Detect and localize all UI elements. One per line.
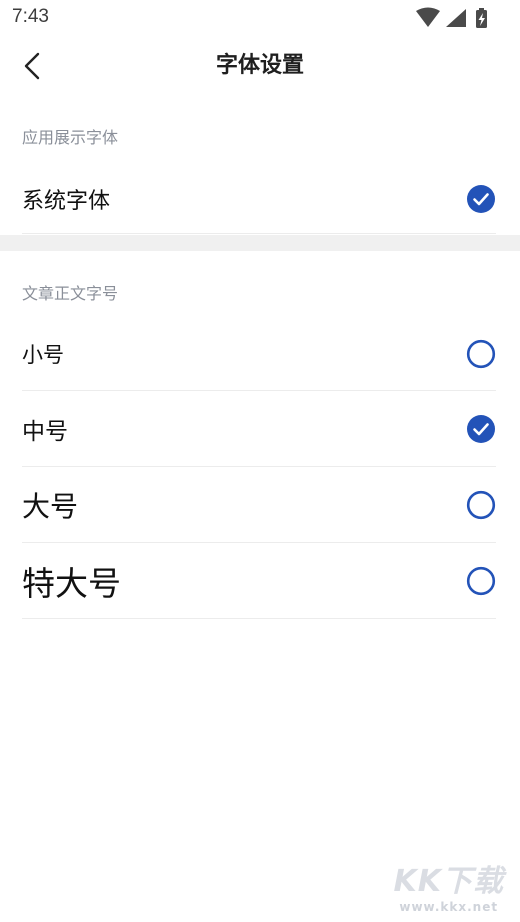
- section-label-app-font: 应用展示字体: [22, 128, 119, 147]
- unchecked-radio-icon: [466, 339, 496, 369]
- option-size-large[interactable]: 大号: [22, 467, 496, 542]
- option-label: 系统字体: [22, 189, 111, 214]
- page-title: 字体设置: [215, 53, 304, 78]
- header-bar: 字体设置: [0, 36, 520, 96]
- divider: [22, 618, 496, 619]
- status-icons: [414, 7, 506, 28]
- option-label: 小号: [22, 343, 64, 367]
- unchecked-radio-icon: [466, 490, 496, 519]
- watermark-url: www.kkx.net: [399, 900, 499, 914]
- wifi-icon: [416, 7, 440, 27]
- section-label-body-font-size: 文章正文字号: [22, 284, 119, 303]
- signal-icon: [446, 9, 466, 27]
- option-size-small[interactable]: 小号: [22, 318, 496, 390]
- back-button[interactable]: [14, 46, 50, 86]
- option-label: 中号: [22, 418, 68, 445]
- battery-charging-icon: [476, 8, 487, 28]
- section-gap: [0, 235, 520, 251]
- option-size-medium[interactable]: 中号: [22, 391, 496, 466]
- option-system-font[interactable]: 系统字体: [22, 166, 496, 232]
- status-bar: 7:43: [0, 0, 520, 36]
- option-size-extra-large[interactable]: 特大号: [22, 543, 496, 618]
- status-time: 7:43: [12, 6, 49, 27]
- option-label: 特大号: [22, 563, 121, 603]
- option-label: 大号: [22, 489, 79, 523]
- divider: [22, 233, 496, 234]
- checked-radio-icon: [467, 414, 495, 443]
- chevron-left-icon: [24, 52, 40, 80]
- watermark-logo: KK下载 www.kkx.net: [394, 856, 505, 914]
- unchecked-radio-icon: [466, 566, 496, 595]
- checked-radio-icon: [467, 185, 495, 213]
- watermark-main: KK下载: [393, 864, 504, 899]
